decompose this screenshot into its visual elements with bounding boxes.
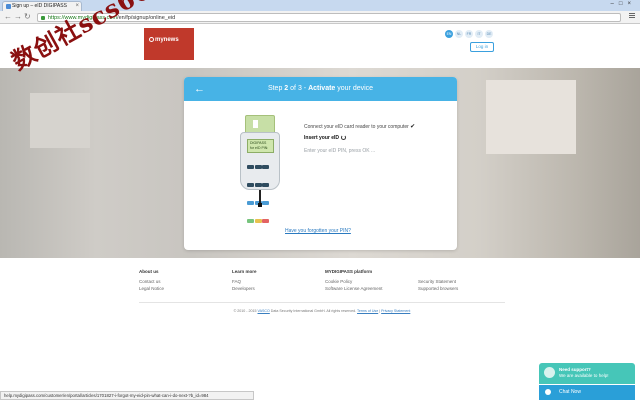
privacy-link[interactable]: Privacy Statement: [381, 309, 410, 313]
site-logo[interactable]: mynews: [144, 28, 194, 60]
footer-col-security: Security Statement Supported browsers: [418, 278, 458, 292]
footer-link-developers[interactable]: Developers: [232, 285, 257, 292]
footer-col-platform: MYDIGIPASS platform Cookie Policy Softwa…: [325, 268, 383, 292]
footer-col-learn: Learn more FAQ Developers: [232, 268, 257, 292]
reader-screen: DIGIPASS for eID PIN:: [247, 139, 274, 153]
chat-user-icon: [545, 389, 551, 395]
card-reader-illustration: DIGIPASS for eID PIN:: [240, 115, 280, 223]
chat-label: Chat Now: [559, 389, 581, 395]
site-favicon-icon: [6, 4, 11, 9]
footer-link-contact[interactable]: Contact us: [139, 278, 164, 285]
support-widget[interactable]: Need support? We are available to help!: [539, 363, 635, 384]
footer-divider: [139, 302, 505, 303]
reader-keypad: [247, 157, 275, 229]
instruction-insert: Insert your eID: [304, 135, 449, 142]
reader-body: DIGIPASS for eID PIN:: [240, 132, 280, 223]
tab-title: Sign up – eID DIGIPASS: [12, 3, 67, 9]
lock-icon: [41, 16, 45, 20]
support-subtitle: We are available to help!: [559, 373, 609, 378]
lang-nl[interactable]: NL: [455, 30, 463, 38]
browser-status-bar: help.mydigipass.com/customer/en/portal/a…: [0, 391, 254, 400]
footer-link-cookie[interactable]: Cookie Policy: [325, 278, 383, 285]
loading-spinner-icon: [341, 135, 347, 140]
card-header: ← Step 2 of 3 - Activate your device: [184, 77, 457, 101]
logo-text: mynews: [155, 37, 179, 43]
footer-heading: MYDIGIPASS platform: [325, 269, 373, 274]
instruction-enter-pin: Enter your eID PIN, press OK ...: [304, 148, 376, 154]
back-icon[interactable]: ←: [4, 12, 12, 22]
footer-col-about: About us Contact us Legal Notice: [139, 268, 164, 292]
lang-en[interactable]: EN: [445, 30, 453, 38]
forward-icon[interactable]: →: [14, 12, 22, 22]
instruction-connect: Connect your eID card reader to your com…: [304, 124, 416, 130]
reload-icon[interactable]: ↻: [24, 12, 31, 22]
back-arrow-icon[interactable]: ←: [194, 77, 205, 101]
terms-link[interactable]: Terms of Use: [357, 309, 378, 313]
signup-card: ← Step 2 of 3 - Activate your device DIG…: [184, 77, 457, 250]
step-title: Step 2 of 3 - Activate your device: [267, 85, 374, 92]
footer-link-license[interactable]: Software License Agreement: [325, 285, 383, 292]
background-window: [30, 93, 90, 148]
check-icon: ✔: [410, 124, 416, 130]
lang-fr[interactable]: FR: [465, 30, 473, 38]
footer-link-legal[interactable]: Legal Notice: [139, 285, 164, 292]
logo-mark-icon: [149, 37, 154, 42]
chat-now-button[interactable]: Chat Now: [539, 385, 635, 400]
support-agent-avatar: [544, 367, 555, 378]
login-button[interactable]: Log in: [470, 42, 494, 52]
forgot-pin-link[interactable]: Have you forgotten your PIN?: [285, 228, 351, 234]
vasco-link[interactable]: VASCO: [257, 309, 269, 313]
language-switcher: EN NL FR IT DE: [445, 30, 495, 38]
footer-heading: About us: [139, 269, 159, 274]
window-controls[interactable]: –□×: [611, 1, 636, 7]
copyright-text: © 2010 - 2015 VASCO Data Security Intern…: [233, 309, 411, 313]
reader-cable: [259, 190, 261, 204]
footer-heading: Learn more: [232, 269, 257, 274]
background-window: [486, 80, 576, 154]
lang-de[interactable]: DE: [485, 30, 493, 38]
step-instructions: Connect your eID card reader to your com…: [304, 124, 449, 155]
footer-link-browsers[interactable]: Supported browsers: [418, 285, 458, 292]
footer-link-security[interactable]: Security Statement: [418, 278, 458, 285]
support-title: Need support?: [559, 367, 591, 372]
usb-plug-icon: [258, 203, 262, 207]
lang-it[interactable]: IT: [475, 30, 483, 38]
footer-link-faq[interactable]: FAQ: [232, 278, 257, 285]
menu-icon[interactable]: [629, 13, 635, 19]
